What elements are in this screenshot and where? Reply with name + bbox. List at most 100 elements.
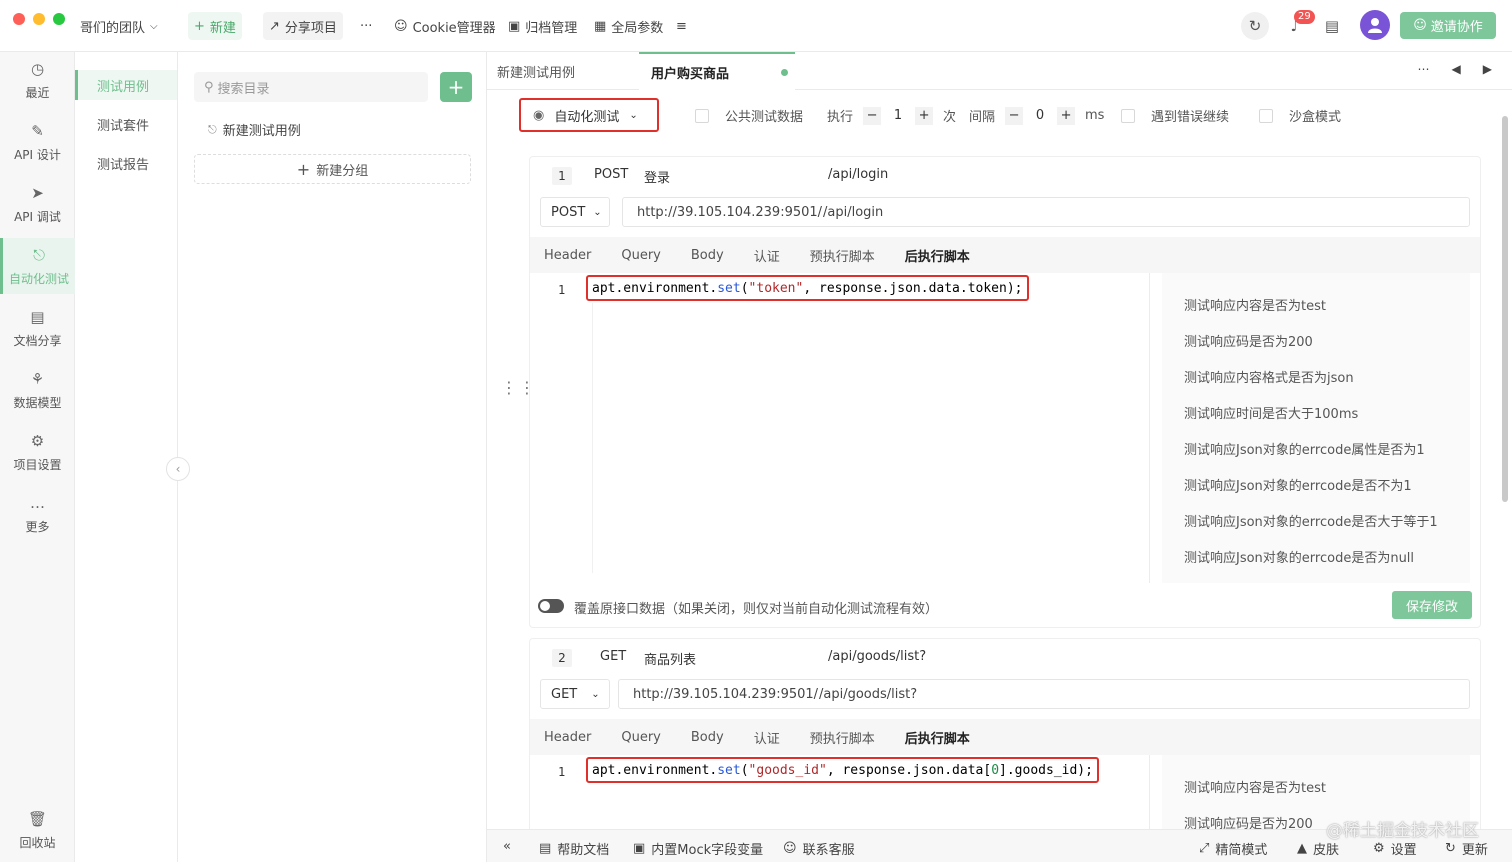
sub-nav-cases[interactable]: 测试用例 bbox=[75, 70, 177, 100]
bell-icon[interactable]: ♩ 29 bbox=[1280, 10, 1315, 40]
tab-post-script[interactable]: 后执行脚本 bbox=[905, 728, 970, 747]
script-editor[interactable]: 1 apt.environment. set("token", response.… bbox=[530, 273, 1150, 583]
url-input[interactable]: http://39.105.104.239:9501/ /api/goods/l… bbox=[618, 679, 1470, 709]
code-line[interactable]: apt.environment. set("goods_id", response… bbox=[586, 757, 1099, 783]
increment-button[interactable]: + bbox=[1057, 106, 1076, 125]
new-button[interactable]: + 新建 bbox=[188, 12, 242, 40]
update-button[interactable]: ↻ 更新 bbox=[1445, 839, 1488, 858]
sync-icon[interactable]: ↻ bbox=[1241, 12, 1269, 40]
left-nav: ◷ 最近 ✎ API 设计 ➤ API 调试 ⎋ 自动化测试 ▤ 文档分享 ⚘ … bbox=[0, 52, 75, 862]
snippet-item[interactable]: 测试响应Json对象的errcode属性是否为1 bbox=[1184, 439, 1425, 458]
simple-mode-button[interactable]: ⤢ 精简模式 bbox=[1199, 839, 1267, 858]
code-line[interactable]: apt.environment. set("token", response.js… bbox=[586, 275, 1029, 301]
team-selector[interactable]: 哥们的团队 ⌵ bbox=[74, 12, 164, 40]
increment-button[interactable]: + bbox=[915, 106, 934, 125]
tab-prev-icon[interactable]: ◀ bbox=[1452, 62, 1461, 76]
nav-project-settings[interactable]: ⚙ 项目设置 bbox=[0, 424, 75, 480]
override-toggle[interactable] bbox=[538, 599, 564, 613]
settings-button[interactable]: ⚙ 设置 bbox=[1373, 839, 1417, 858]
more-icon[interactable]: ⋯ bbox=[1418, 62, 1430, 76]
continue-on-error-checkbox[interactable] bbox=[1121, 108, 1135, 123]
tab-auth[interactable]: 认证 bbox=[754, 728, 780, 747]
snippet-item[interactable]: 测试响应内容是否为test bbox=[1184, 295, 1326, 314]
continue-on-error-option[interactable]: 遇到错误继续 bbox=[1121, 106, 1229, 125]
snippet-item[interactable]: 测试响应内容格式是否为json bbox=[1184, 367, 1354, 386]
tab-post-script[interactable]: 后执行脚本 bbox=[905, 246, 970, 265]
tab-body[interactable]: Body bbox=[691, 730, 724, 745]
more-menu-button[interactable]: ··· bbox=[354, 12, 378, 40]
close-window-button[interactable] bbox=[13, 13, 25, 25]
nav-recent[interactable]: ◷ 最近 bbox=[0, 52, 75, 108]
invite-button[interactable]: ☺ 邀请协作 bbox=[1400, 12, 1496, 39]
url-input[interactable]: http://39.105.104.239:9501/ /api/login bbox=[622, 197, 1470, 227]
tab-header[interactable]: Header bbox=[544, 248, 591, 263]
decrement-button[interactable]: − bbox=[1005, 106, 1024, 125]
archive-button[interactable]: ▣ 归档管理 bbox=[502, 12, 583, 40]
snippet-item[interactable]: 测试响应Json对象的errcode是否为null bbox=[1184, 547, 1414, 566]
tab-body[interactable]: Body bbox=[691, 248, 724, 263]
snippet-item[interactable]: 测试响应内容是否为test bbox=[1184, 777, 1326, 796]
tab-query[interactable]: Query bbox=[621, 730, 661, 745]
support-button[interactable]: ☺ 联系客服 bbox=[783, 839, 855, 858]
avatar[interactable] bbox=[1360, 10, 1390, 40]
nav-api-debug[interactable]: ➤ API 调试 bbox=[0, 176, 75, 232]
tab-pre-script[interactable]: 预执行脚本 bbox=[810, 728, 875, 747]
public-data-option[interactable]: 公共测试数据 bbox=[695, 106, 803, 125]
method-select[interactable]: GET ⌄ bbox=[540, 679, 610, 709]
interval-option: 间隔 − 0 + ms bbox=[969, 106, 1105, 125]
tab-auth[interactable]: 认证 bbox=[754, 246, 780, 265]
search-input[interactable]: ⚲ 搜索目录 bbox=[194, 72, 428, 102]
tab-query[interactable]: Query bbox=[621, 248, 661, 263]
public-data-checkbox[interactable] bbox=[695, 108, 709, 123]
plus-icon: + bbox=[296, 159, 311, 179]
notes-icon[interactable]: ▤ bbox=[1318, 12, 1346, 40]
decrement-button[interactable]: − bbox=[863, 106, 882, 125]
add-case-button[interactable]: + bbox=[440, 72, 472, 102]
snippet-item[interactable]: 测试响应时间是否大于100ms bbox=[1184, 403, 1358, 422]
nav-recycle[interactable]: 🗑 回收站 bbox=[0, 802, 75, 858]
mock-icon: ▣ bbox=[633, 841, 646, 856]
collapse-sidebar-icon[interactable]: « bbox=[503, 839, 511, 854]
mock-fields-button[interactable]: ▣ 内置Mock字段变量 bbox=[633, 839, 763, 858]
execute-count-option: 执行 − 1 + 次 bbox=[827, 106, 957, 125]
tab-next-icon[interactable]: ▶ bbox=[1483, 62, 1492, 76]
execute-stepper[interactable]: − 1 + bbox=[863, 106, 934, 125]
edit-icon: ✎ bbox=[31, 121, 44, 140]
nav-auto-test[interactable]: ⎋ 自动化测试 bbox=[0, 238, 75, 294]
collapse-menu-icon[interactable]: ≡ bbox=[670, 12, 693, 40]
mode-select[interactable]: ◉ 自动化测试 ⌄ bbox=[519, 98, 659, 132]
sandbox-option[interactable]: 沙盒模式 bbox=[1259, 106, 1341, 125]
tab-pre-script[interactable]: 预执行脚本 bbox=[810, 246, 875, 265]
search-icon: ⚲ bbox=[204, 79, 214, 95]
skin-button[interactable]: ▲ 皮肤 bbox=[1297, 839, 1339, 858]
tab-new-case[interactable]: 新建测试用例 bbox=[497, 52, 627, 90]
collapse-panel-button[interactable]: ‹ bbox=[166, 457, 190, 481]
interval-stepper[interactable]: − 0 + bbox=[1005, 106, 1076, 125]
method-select[interactable]: POST ⌄ bbox=[540, 197, 610, 227]
nav-data-model[interactable]: ⚘ 数据模型 bbox=[0, 362, 75, 418]
global-params-button[interactable]: ▦ 全局参数 bbox=[588, 12, 669, 40]
nav-more[interactable]: … 更多 bbox=[0, 486, 75, 542]
minimize-window-button[interactable] bbox=[33, 13, 45, 25]
help-docs-button[interactable]: ▤ 帮助文档 bbox=[539, 839, 609, 858]
step-header[interactable]: 1 POST 登录 /api/login bbox=[530, 157, 1480, 193]
tab-header[interactable]: Header bbox=[544, 730, 591, 745]
nav-doc-share[interactable]: ▤ 文档分享 bbox=[0, 300, 75, 356]
share-project-button[interactable]: ↗ 分享项目 bbox=[263, 12, 343, 40]
maximize-window-button[interactable] bbox=[53, 13, 65, 25]
tab-user-purchase[interactable]: 用户购买商品 bbox=[639, 52, 795, 90]
new-group-button[interactable]: + 新建分组 bbox=[194, 154, 471, 184]
sub-nav-reports[interactable]: 测试报告 bbox=[75, 148, 177, 178]
sub-nav-suites[interactable]: 测试套件 bbox=[75, 109, 177, 139]
save-changes-button[interactable]: 保存修改 bbox=[1392, 591, 1472, 619]
scrollbar[interactable] bbox=[1502, 116, 1508, 502]
step-header[interactable]: 2 GET 商品列表 /api/goods/list? bbox=[530, 639, 1480, 675]
tree-item-case[interactable]: ⎋ 新建测试用例 bbox=[208, 120, 301, 140]
snippet-item[interactable]: 测试响应码是否为200 bbox=[1184, 331, 1313, 350]
snippet-item[interactable]: 测试响应Json对象的errcode是否不为1 bbox=[1184, 475, 1412, 494]
sandbox-checkbox[interactable] bbox=[1259, 108, 1273, 123]
nav-api-design[interactable]: ✎ API 设计 bbox=[0, 114, 75, 170]
model-icon: ⚘ bbox=[30, 369, 45, 388]
snippet-item[interactable]: 测试响应Json对象的errcode是否大于等于1 bbox=[1184, 511, 1438, 530]
cookie-manager-button[interactable]: ☺ Cookie管理器 bbox=[388, 12, 502, 40]
